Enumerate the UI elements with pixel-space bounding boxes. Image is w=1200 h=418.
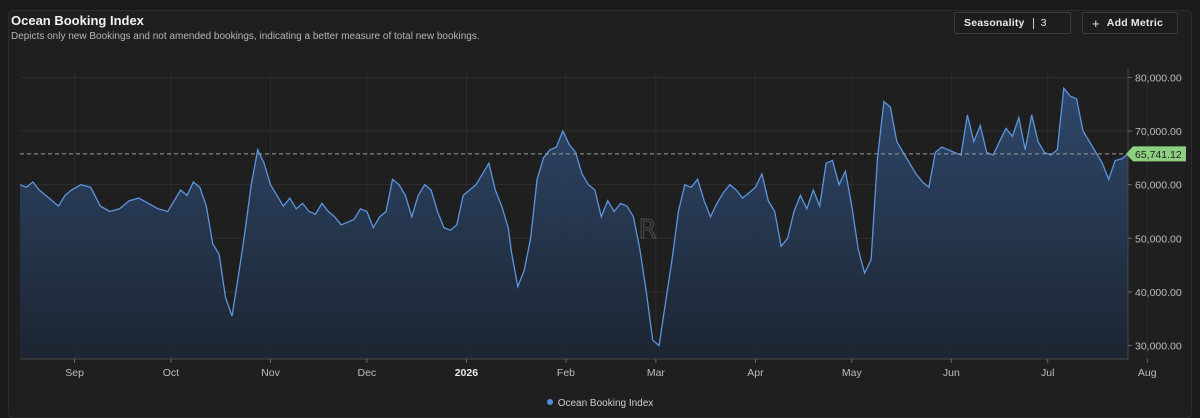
last-value-badge: 65,741.12 [1126, 146, 1186, 162]
x-tick-label: Sep [65, 367, 84, 379]
y-tick-label: 30,000.00 [1135, 341, 1182, 353]
x-tick-label: Nov [261, 367, 280, 379]
x-tick-label: Apr [747, 367, 764, 379]
last-value-label: 65,741.12 [1135, 149, 1182, 161]
x-axis: Sep Oct Nov Dec 2026 Feb Mar Apr May Jun Jul Aug [20, 358, 1157, 379]
x-tick-label: May [842, 367, 863, 379]
y-tick-label: 40,000.00 [1135, 287, 1182, 299]
legend-label: Ocean Booking Index [557, 398, 654, 409]
y-tick-label: 70,000.00 [1135, 126, 1182, 138]
x-tick-label: Oct [163, 367, 179, 379]
x-tick-label: Jul [1041, 367, 1054, 379]
x-tick-label: Dec [358, 367, 377, 379]
x-tick-label: Feb [557, 367, 575, 379]
y-tick-label: 60,000.00 [1135, 180, 1182, 192]
x-tick-label: Jun [943, 367, 960, 379]
x-tick-label: Mar [647, 367, 666, 379]
chart-legend[interactable]: Ocean Booking Index [0, 398, 1200, 409]
y-tick-label: 80,000.00 [1135, 72, 1182, 84]
ocean-booking-chart: SONAR SepOctNovDec2026FebMarAprMayJunJul… [19, 68, 1186, 379]
x-tick-label: 2026 [455, 367, 479, 379]
y-tick-label: 50,000.00 [1135, 233, 1182, 245]
legend-swatch [546, 399, 553, 405]
y-axis: 80,000.00 70,000.00 60,000.00 50,000.00 40,0… [1127, 68, 1182, 359]
series-area [20, 88, 1128, 359]
x-tick-label: Aug [1138, 367, 1157, 379]
